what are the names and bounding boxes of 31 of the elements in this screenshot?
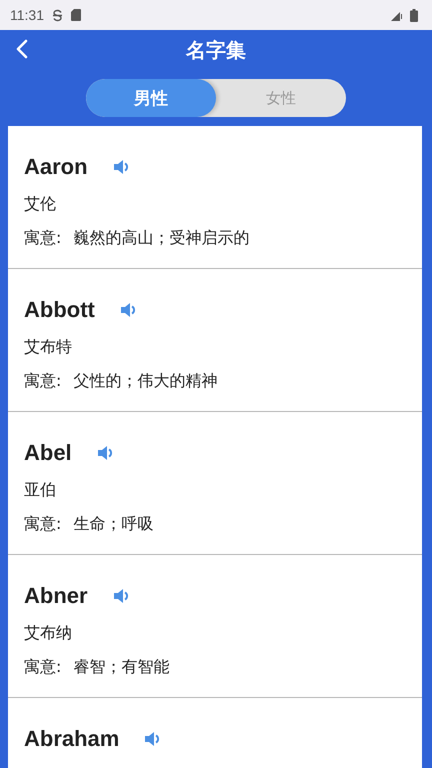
sync-icon — [52, 8, 63, 22]
meaning-text: 父性的；伟大的精神 — [73, 370, 218, 392]
signal-icon — [391, 10, 402, 20]
meaning-label: 寓意: — [24, 513, 62, 535]
chinese-name: 艾布特 — [24, 336, 73, 358]
meaning-text: 巍然的高山；受神启示的 — [73, 227, 250, 249]
speaker-icon[interactable] — [114, 160, 130, 174]
back-icon[interactable] — [16, 39, 28, 59]
meaning-label: 寓意: — [24, 227, 62, 249]
gender-tab[interactable]: 女性 — [216, 79, 346, 117]
gender-tab[interactable]: 男性 — [86, 79, 216, 117]
speaker-icon[interactable] — [145, 732, 162, 746]
speaker-icon[interactable] — [120, 303, 137, 317]
chinese-name: 艾布纳 — [24, 622, 73, 644]
page-title: 名字集 — [186, 36, 246, 64]
speaker-icon[interactable] — [114, 589, 130, 603]
english-name: Abbott — [24, 297, 95, 323]
meaning-text: 生命；呼吸 — [73, 513, 154, 535]
status-time: 11:31 — [10, 7, 44, 23]
meaning-label: 寓意: — [24, 370, 62, 392]
meaning-text: 睿智；有智能 — [73, 656, 170, 678]
chinese-name: 亚伯 — [24, 479, 57, 501]
english-name: Abner — [24, 583, 88, 609]
battery-icon — [410, 8, 418, 22]
chinese-name: 艾伦 — [24, 193, 57, 215]
meaning-label: 寓意: — [24, 656, 62, 678]
english-name: Abel — [24, 440, 72, 466]
sd-card-icon — [71, 9, 81, 21]
english-name: Abraham — [24, 726, 120, 752]
english-name: Aaron — [24, 154, 88, 180]
speaker-icon[interactable] — [98, 446, 114, 460]
